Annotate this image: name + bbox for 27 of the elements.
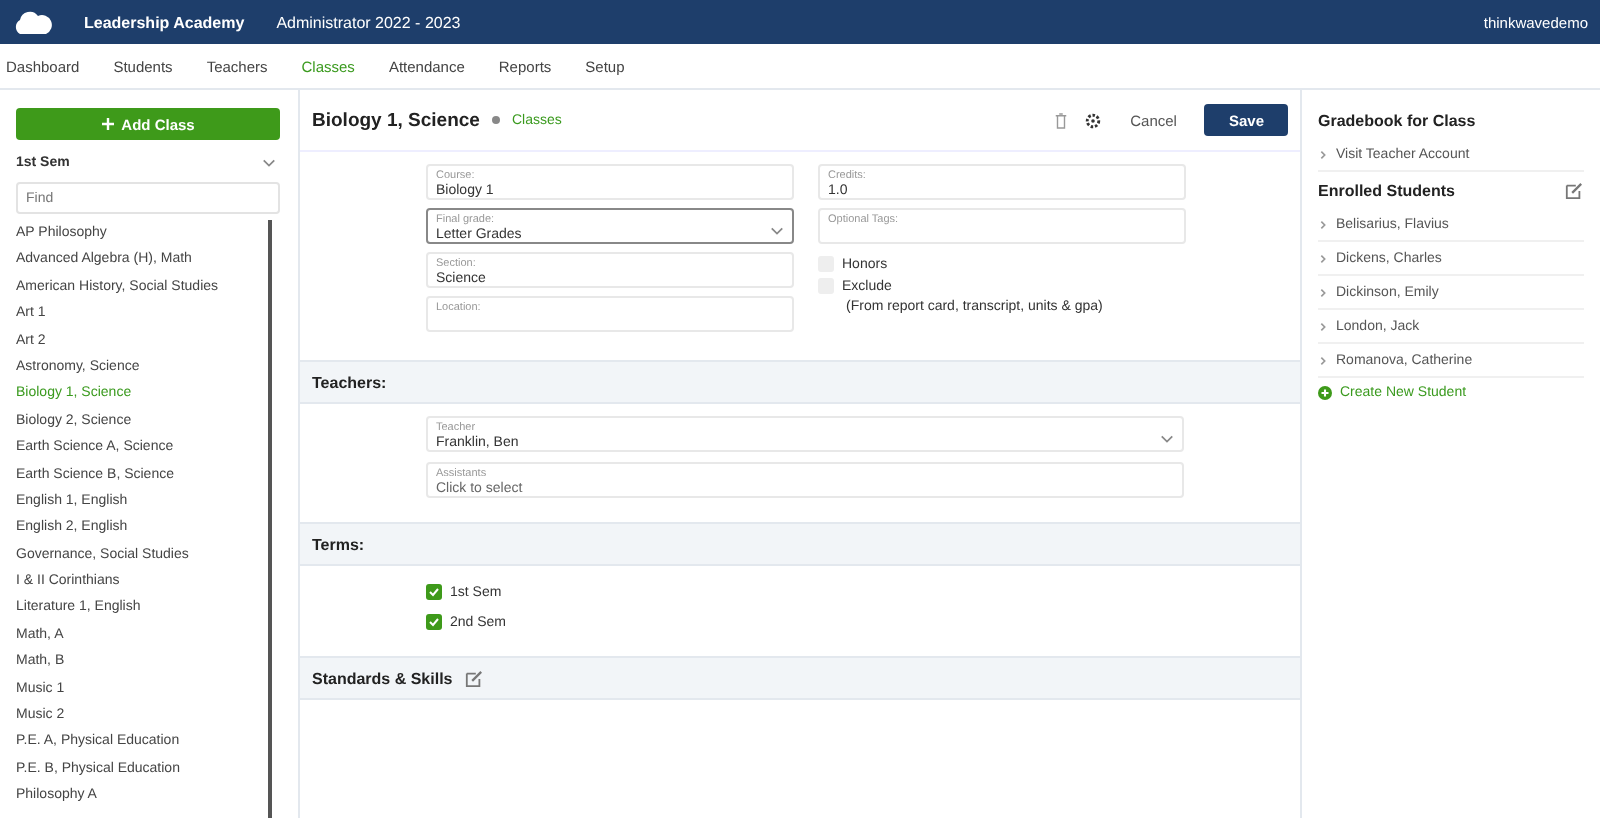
chevron-right-icon [1318, 287, 1328, 297]
checkbox[interactable] [426, 584, 442, 600]
chevron-down-icon [1160, 432, 1174, 446]
settings-icon[interactable] [1084, 111, 1103, 129]
checkbox[interactable] [426, 614, 442, 630]
school-name: Leadership Academy [84, 13, 245, 31]
chevron-right-icon [1318, 321, 1328, 331]
section-heading: Teachers: [312, 373, 387, 391]
trash-icon[interactable] [1054, 111, 1069, 129]
chevron-down-icon [262, 156, 276, 170]
edit-icon[interactable] [464, 669, 485, 687]
edit-icon[interactable] [1564, 182, 1584, 200]
cloud-logo-icon [12, 8, 52, 36]
chevron-right-icon [1318, 355, 1328, 365]
class-title: Biology 1, Science [312, 109, 480, 131]
chevron-right-icon [1318, 149, 1328, 159]
term-label: Administrator 2022 - 2023 [276, 13, 461, 31]
panel-heading: Enrolled Students [1318, 182, 1455, 200]
chevron-right-icon [1318, 219, 1328, 229]
section-heading: Terms: [312, 535, 365, 553]
panel-heading: Gradebook for Class [1318, 112, 1476, 130]
plus-icon [101, 117, 114, 129]
plus-circle-icon [1318, 385, 1332, 399]
section-heading: Standards & Skills [312, 669, 453, 687]
separator-dot [491, 116, 500, 124]
chevron-down-icon [770, 224, 784, 238]
chevron-right-icon [1318, 253, 1328, 263]
